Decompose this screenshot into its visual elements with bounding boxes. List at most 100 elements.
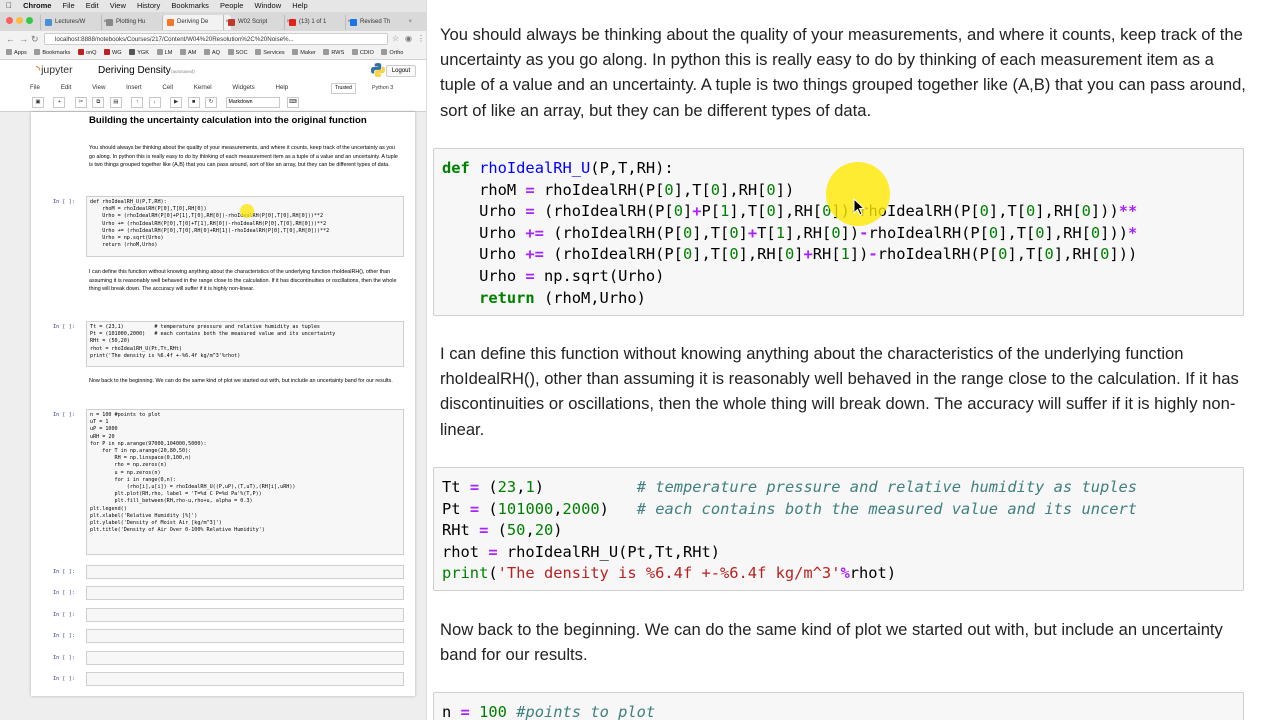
empty-code-cell[interactable] bbox=[86, 586, 404, 600]
command-palette-icon[interactable]: ⌨ bbox=[286, 97, 299, 108]
mouse-pointer-icon bbox=[853, 198, 865, 216]
menu-cell[interactable]: Cell bbox=[162, 84, 173, 91]
minimize-window-icon[interactable] bbox=[16, 17, 23, 24]
mac-menu-window[interactable]: Window bbox=[254, 1, 281, 10]
browser-tab[interactable]: Lectures/W× bbox=[40, 15, 109, 30]
bookmark-label: CDIO bbox=[359, 50, 374, 56]
zoom-markdown-intro: You should always be thinking about the … bbox=[440, 25, 1246, 120]
code-line: Tt = (23,1) # temperature pressure and r… bbox=[442, 478, 1138, 496]
mac-menu-help[interactable]: Help bbox=[292, 1, 307, 10]
cell-type-select[interactable]: Markdown bbox=[225, 97, 280, 108]
back-icon[interactable]: ← bbox=[6, 33, 15, 45]
save-icon[interactable]: ▣ bbox=[32, 97, 44, 108]
mac-menu-people[interactable]: People bbox=[220, 1, 243, 10]
more-options-icon[interactable]: ⋮ bbox=[417, 33, 425, 45]
browser-tab[interactable]: W02 Script× bbox=[223, 15, 292, 30]
code-cell[interactable]: n = 100 #points to plot uT = 1 uP = 1000… bbox=[86, 409, 404, 555]
folder-icon bbox=[381, 49, 388, 55]
markdown-heading: Building the uncertainty calculation int… bbox=[89, 115, 367, 126]
extension-icon[interactable]: ◉ bbox=[405, 33, 412, 45]
bookmark-item[interactable]: AM bbox=[179, 49, 197, 56]
zoom-window-icon[interactable] bbox=[26, 17, 33, 24]
mouse-highlight-spot bbox=[826, 162, 890, 226]
url-field[interactable]: localhost:8888/notebooks/Courses/217/Con… bbox=[44, 33, 388, 45]
menu-widgets[interactable]: Widgets bbox=[232, 84, 254, 91]
trusted-badge[interactable]: Trusted bbox=[331, 83, 356, 94]
code-source[interactable]: Tt = (23,1) # temperature pressure and r… bbox=[87, 322, 403, 362]
bookmark-item[interactable]: Services bbox=[255, 49, 285, 56]
bookmark-label: YGK bbox=[137, 50, 150, 56]
mac-menu-bookmarks[interactable]: Bookmarks bbox=[171, 1, 209, 10]
empty-code-cell[interactable] bbox=[86, 672, 404, 686]
browser-tab[interactable]: (13) 1 of 1× bbox=[284, 15, 353, 30]
markdown-intro: You should always be thinking about the … bbox=[89, 145, 398, 169]
bookmark-item[interactable]: Ortho bbox=[381, 49, 403, 56]
browser-tab[interactable]: Revised Th × bbox=[345, 15, 414, 30]
zoom-code-cell[interactable]: n = 100 #points to plot bbox=[433, 692, 1244, 720]
menu-help[interactable]: Help bbox=[276, 84, 289, 91]
mac-menu-file[interactable]: File bbox=[63, 1, 75, 10]
browser-tab-active[interactable]: Deriving De× bbox=[162, 15, 231, 30]
bookmark-apps[interactable]: Apps bbox=[6, 49, 27, 56]
bookmark-item[interactable]: CDIO bbox=[351, 49, 374, 56]
bookmark-item[interactable]: AQ bbox=[203, 49, 220, 56]
bookmark-item[interactable]: RWS bbox=[323, 49, 344, 56]
mac-menu-history[interactable]: History bbox=[137, 1, 160, 10]
code-line: RHt = (50,20) bbox=[442, 521, 563, 540]
site-icon bbox=[104, 49, 110, 55]
zoom-code-source[interactable]: n = 100 #points to plot bbox=[434, 693, 1243, 720]
copy-icon[interactable]: ⧉ bbox=[92, 97, 105, 108]
notebook-sheet: Building the uncertainty calculation int… bbox=[31, 112, 415, 696]
code-line: Pt = (101000,2000) # each contains both … bbox=[442, 499, 1138, 518]
code-cell[interactable]: Tt = (23,1) # temperature pressure and r… bbox=[86, 321, 404, 367]
browser-tab[interactable]: Plotting Hu× bbox=[101, 15, 170, 30]
bookmark-item[interactable]: LM bbox=[156, 49, 172, 56]
mac-menu-view[interactable]: View bbox=[110, 1, 126, 10]
forward-icon[interactable]: → bbox=[19, 33, 28, 45]
restart-icon[interactable]: ↻ bbox=[205, 97, 218, 108]
zoom-markdown-text: I can define this function without knowi… bbox=[440, 344, 1239, 439]
menu-file[interactable]: File bbox=[30, 84, 40, 91]
empty-code-cell[interactable] bbox=[86, 629, 404, 643]
empty-code-cell[interactable] bbox=[86, 565, 404, 579]
bookmark-item[interactable]: onQ bbox=[77, 49, 97, 56]
mac-menubar:  Chrome File Edit View History Bookmark… bbox=[0, 0, 426, 12]
bookmark-item[interactable]: YGK bbox=[129, 49, 150, 56]
cell-prompt: In [ ]: bbox=[53, 655, 75, 661]
bookmark-star-icon[interactable]: ☆ bbox=[392, 33, 399, 45]
move-up-icon[interactable]: ↑ bbox=[131, 97, 144, 108]
reload-icon[interactable]: ↻ bbox=[31, 33, 39, 45]
jupyter-logo[interactable]: ◝jupyter bbox=[36, 64, 73, 76]
mac-menu-app[interactable]: Chrome bbox=[23, 1, 51, 10]
bookmark-label: onQ bbox=[85, 50, 97, 56]
logout-button[interactable]: Logout bbox=[386, 65, 416, 77]
tab-close-icon[interactable]: × bbox=[408, 15, 412, 30]
empty-code-cell[interactable] bbox=[86, 608, 404, 622]
run-icon[interactable]: ▶ bbox=[170, 97, 183, 108]
folder-icon bbox=[34, 49, 41, 55]
close-window-icon[interactable] bbox=[6, 17, 13, 24]
bookmark-item[interactable]: WG bbox=[104, 49, 122, 56]
bookmark-item[interactable]: SOC bbox=[227, 49, 248, 56]
menu-insert[interactable]: Insert bbox=[126, 84, 141, 91]
bookmark-label: AM bbox=[187, 50, 197, 56]
bookmark-item[interactable]: Maker bbox=[292, 49, 316, 56]
menu-edit[interactable]: Edit bbox=[61, 84, 72, 91]
paste-icon[interactable]: ▤ bbox=[109, 97, 122, 108]
cut-icon[interactable]: ✂ bbox=[74, 97, 87, 108]
menu-kernel[interactable]: Kernel bbox=[194, 84, 212, 91]
menu-view[interactable]: View bbox=[92, 84, 105, 91]
tab-favicon-icon bbox=[350, 19, 357, 26]
notebook-title[interactable]: Deriving Density bbox=[98, 65, 171, 76]
apple-menu-icon[interactable]:  bbox=[6, 1, 12, 10]
zoom-code-source[interactable]: Tt = (23,1) # temperature pressure and r… bbox=[434, 468, 1243, 590]
bookmark-item[interactable]: Bookmarks bbox=[34, 49, 70, 56]
stop-icon[interactable]: ■ bbox=[187, 97, 200, 108]
zoom-code-cell[interactable]: Tt = (23,1) # temperature pressure and r… bbox=[433, 467, 1244, 591]
insert-cell-icon[interactable]: + bbox=[53, 97, 66, 108]
code-source[interactable]: n = 100 #points to plot uT = 1 uP = 1000… bbox=[87, 410, 403, 536]
move-down-icon[interactable]: ↓ bbox=[148, 97, 161, 108]
mac-menu-edit[interactable]: Edit bbox=[86, 1, 99, 10]
markdown-text: I can define this function without knowi… bbox=[89, 269, 397, 293]
empty-code-cell[interactable] bbox=[86, 651, 404, 665]
